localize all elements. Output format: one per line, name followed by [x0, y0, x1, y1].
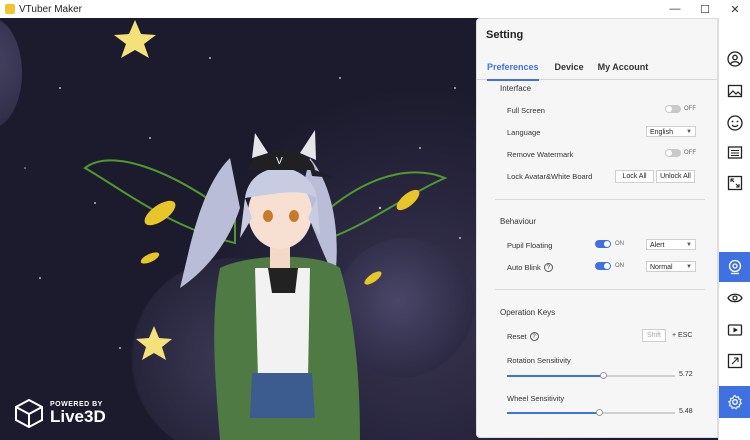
auto-blink-state: ON: [615, 263, 624, 269]
help-icon[interactable]: ?: [543, 263, 553, 272]
sidebar-item-tracking[interactable]: [719, 283, 750, 313]
pupil-floating-toggle[interactable]: [595, 240, 611, 248]
language-value: English: [650, 129, 673, 136]
live3d-cube-icon: [15, 398, 43, 428]
rotation-sensitivity-value: 5.72: [679, 371, 693, 378]
pupil-floating-value: Alert: [650, 242, 665, 249]
chevron-down-icon: ▼: [686, 264, 692, 270]
wheel-sensitivity-slider[interactable]: [507, 409, 675, 416]
rotation-sensitivity-label: Rotation Sensitivity: [507, 356, 571, 365]
slider-fill: [507, 412, 600, 414]
chevron-down-icon: ▼: [686, 242, 692, 248]
svg-text:V: V: [276, 156, 283, 167]
sidebar-item-settings[interactable]: [719, 386, 750, 418]
language-select[interactable]: English ▼: [646, 126, 696, 137]
sidebar-item-expression[interactable]: [719, 108, 750, 138]
tab-device[interactable]: Device: [555, 57, 584, 79]
divider: [495, 289, 705, 290]
stream-icon: [727, 324, 742, 336]
gear-icon: [727, 394, 742, 410]
remove-watermark-state: OFF: [684, 150, 696, 156]
section-interface-title: Interface: [500, 84, 532, 93]
slider-fill: [507, 375, 603, 377]
tab-my-account[interactable]: My Account: [598, 57, 649, 79]
divider: [495, 199, 705, 200]
brand-text: Live3D: [50, 407, 106, 426]
user-icon: [726, 51, 743, 67]
sidebar-item-webcam[interactable]: [719, 252, 750, 282]
panel-title: Setting: [486, 29, 524, 41]
close-button[interactable]: ✕: [720, 0, 750, 18]
avatar-character: V: [180, 130, 360, 440]
section-operation-keys-title: Operation Keys: [500, 308, 556, 317]
watermark-badge: POWERED BY Live3D: [14, 398, 106, 428]
sidebar-item-avatar[interactable]: [719, 44, 750, 74]
chevron-down-icon: ▼: [686, 129, 692, 135]
app-title: VTuber Maker: [19, 3, 82, 15]
help-icon[interactable]: ?: [529, 332, 539, 341]
wheel-sensitivity-value: 5.48: [679, 408, 693, 415]
pupil-floating-select[interactable]: Alert ▼: [646, 239, 696, 250]
sidebar-item-window[interactable]: [719, 346, 750, 376]
slider-thumb[interactable]: [596, 409, 604, 416]
slider-thumb[interactable]: [599, 372, 607, 379]
picture-in-picture-icon: [727, 353, 742, 369]
lock-all-button[interactable]: Lock All: [615, 170, 654, 183]
face-icon: [726, 115, 743, 131]
tab-preferences[interactable]: Preferences: [487, 57, 539, 81]
maximize-button[interactable]: ☐: [690, 0, 720, 18]
whiteboard-icon: [727, 146, 742, 159]
full-screen-state: OFF: [684, 106, 696, 112]
sidebar-item-background[interactable]: [719, 76, 750, 106]
remove-watermark-toggle[interactable]: [665, 149, 681, 157]
auto-blink-row: Auto Blink ?: [507, 263, 553, 272]
full-screen-label: Full Screen: [507, 106, 545, 115]
rotation-sensitivity-slider[interactable]: [507, 372, 675, 379]
sidebar-item-whiteboard[interactable]: [719, 138, 750, 168]
pupil-floating-label: Pupil Floating: [507, 241, 553, 250]
title-bar: VTuber Maker — ☐ ✕: [0, 0, 750, 19]
webcam-icon: [728, 259, 741, 275]
star-top: [114, 20, 156, 58]
full-screen-toggle[interactable]: [665, 105, 681, 113]
auto-blink-select[interactable]: Normal ▼: [646, 261, 696, 272]
auto-blink-value: Normal: [650, 264, 673, 271]
reset-key-suffix: + ESC: [672, 332, 693, 339]
section-behaviour-title: Behaviour: [500, 217, 537, 226]
reset-key-input[interactable]: Shift: [642, 329, 666, 342]
sidebar-item-stream[interactable]: [719, 315, 750, 345]
sidebar-item-fullscreen[interactable]: [719, 168, 750, 198]
remove-watermark-label: Remove Watermark: [507, 150, 574, 159]
auto-blink-label: Auto Blink: [507, 263, 541, 272]
eye-icon: [726, 293, 743, 303]
pupil-floating-state: ON: [615, 241, 624, 247]
language-label: Language: [507, 128, 541, 137]
reset-label: Reset: [507, 332, 527, 341]
unlock-all-button[interactable]: Unlock All: [656, 170, 695, 183]
auto-blink-toggle[interactable]: [595, 262, 611, 270]
window-controls: — ☐ ✕: [660, 0, 750, 18]
wheel-sensitivity-label: Wheel Sensitivity: [507, 394, 565, 403]
fullscreen-icon: [727, 175, 742, 191]
image-icon: [727, 84, 742, 98]
minimize-button[interactable]: —: [660, 0, 690, 18]
settings-panel: Setting Preferences Device My Account In…: [476, 18, 718, 438]
reset-row: Reset ?: [507, 332, 539, 341]
lock-avatar-label: Lock Avatar&White Board: [507, 172, 593, 181]
right-sidebar: [718, 18, 750, 440]
settings-tabs: Preferences Device My Account: [477, 57, 717, 81]
app-logo-icon: [5, 4, 15, 14]
